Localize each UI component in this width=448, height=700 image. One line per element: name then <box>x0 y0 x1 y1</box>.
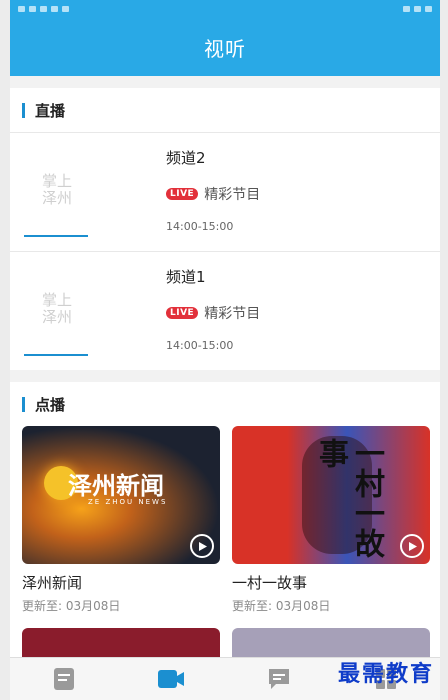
vod-card[interactable]: 泽州新闻 ZE ZHOU NEWS 泽州新闻 更新至: 03月08日 <box>22 426 220 614</box>
live-section-title: 直播 <box>10 88 440 132</box>
app-header: 视听 <box>10 18 440 76</box>
channel-thumbnail: 掌上 泽州 <box>22 155 92 237</box>
poster-wordmark: 一村一故事 <box>313 438 384 558</box>
vod-section-title: 点播 <box>10 382 440 426</box>
program-time: 14:00-15:00 <box>166 220 234 233</box>
live-badge: LIVE <box>166 307 199 319</box>
vod-poster[interactable]: 泽州新闻 ZE ZHOU NEWS <box>22 426 220 564</box>
vod-card[interactable] <box>22 628 220 658</box>
thumbnail-underline <box>24 235 88 237</box>
vod-updated: 更新至: 03月08日 <box>232 599 331 613</box>
vod-poster[interactable]: 一村一故事 <box>232 426 430 564</box>
thumbnail-underline <box>24 354 88 356</box>
vod-poster[interactable] <box>22 628 220 658</box>
vod-section: 点播 泽州新闻 ZE ZHOU NEWS 泽州新闻 更新至: 03月08日 一村… <box>10 382 440 672</box>
watermark: 最需教育 <box>337 662 434 687</box>
live-badge: LIVE <box>166 188 199 200</box>
status-bar <box>10 0 440 18</box>
vod-card[interactable] <box>232 628 430 658</box>
program-name: 精彩节目 <box>204 306 261 322</box>
live-channel-item[interactable]: 掌上 泽州 频道2 LIVE 精彩节目 14:00-15:00 <box>10 132 440 251</box>
vod-title: 一村一故事 <box>232 574 308 592</box>
live-section: 直播 掌上 泽州 频道2 LIVE 精彩节目 14:00-15:00 掌上 泽州 <box>10 88 440 370</box>
vod-title: 泽州新闻 <box>22 574 83 592</box>
channel-thumbnail: 掌上 泽州 <box>22 274 92 356</box>
comment-tab-icon[interactable] <box>259 662 299 696</box>
channel-name: 频道1 <box>166 268 206 286</box>
video-tab-icon[interactable] <box>151 662 191 696</box>
vod-card[interactable]: 一村一故事 一村一故事 更新至: 03月08日 <box>232 426 430 614</box>
section-accent-bar <box>22 396 25 412</box>
live-channel-item[interactable]: 掌上 泽州 频道1 LIVE 精彩节目 14:00-15:00 <box>10 251 440 370</box>
news-tab-icon[interactable] <box>44 662 84 696</box>
play-icon[interactable] <box>190 534 214 558</box>
app-frame: 视听 直播 掌上 泽州 频道2 LIVE 精彩节目 14:00-15:00 掌上… <box>10 0 440 700</box>
poster-wordmark: 泽州新闻 <box>68 472 164 500</box>
poster-subtitle: ZE ZHOU NEWS <box>88 498 168 506</box>
vod-poster[interactable] <box>232 628 430 658</box>
program-time: 14:00-15:00 <box>166 339 234 352</box>
program-name: 精彩节目 <box>204 187 261 203</box>
channel-name: 频道2 <box>166 149 206 167</box>
page-title: 视听 <box>204 36 246 61</box>
vod-updated: 更新至: 03月08日 <box>22 599 121 613</box>
play-icon[interactable] <box>400 534 424 558</box>
section-accent-bar <box>22 102 25 118</box>
